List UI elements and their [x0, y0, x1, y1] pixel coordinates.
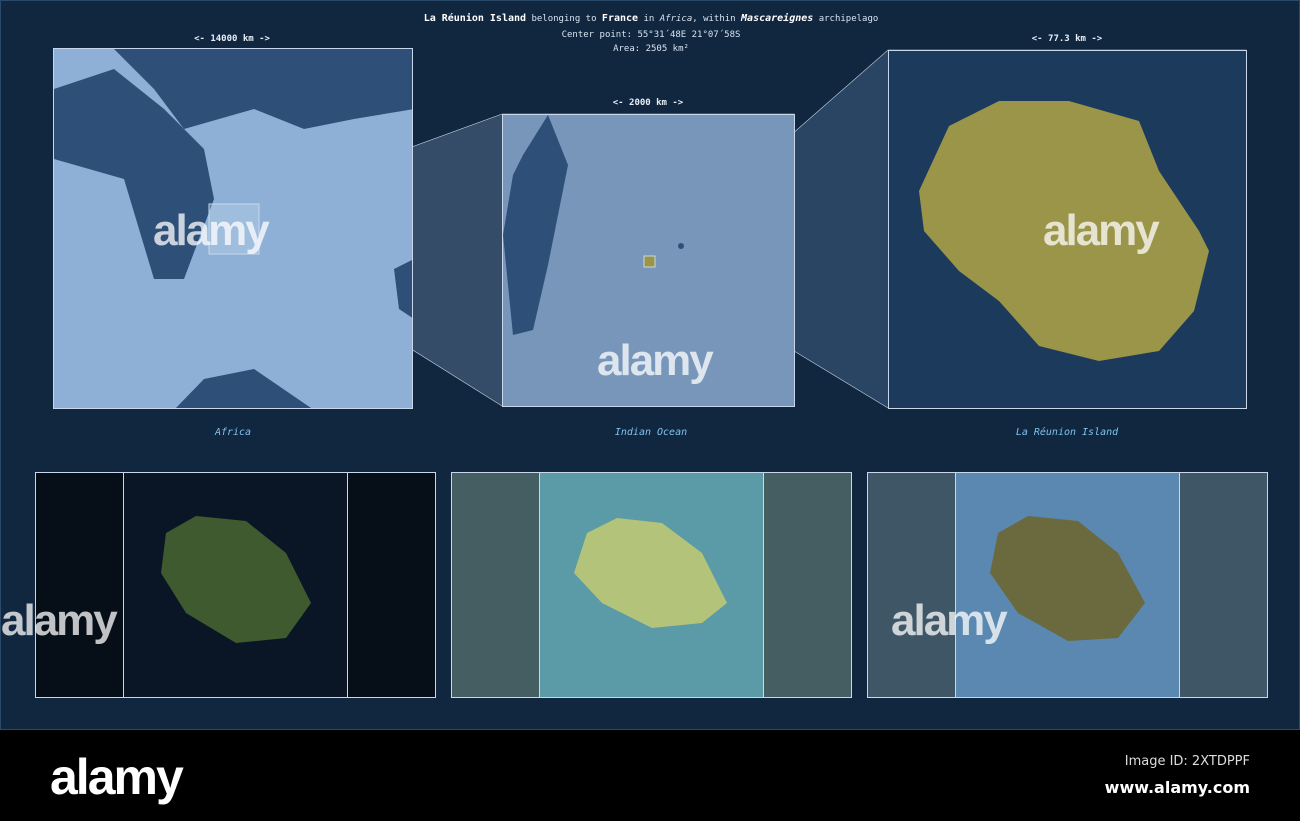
- watermark: alamy: [891, 596, 1008, 645]
- image-id: Image ID: 2XTDPPF: [1124, 754, 1250, 769]
- watermark: alamy: [1043, 206, 1160, 255]
- watermark: alamy: [153, 206, 270, 255]
- watermark: alamy: [1, 596, 118, 645]
- alamy-logo: alamy: [50, 749, 184, 805]
- map-composition: La Réunion Island belonging to France in…: [0, 0, 1300, 730]
- relief-map: [867, 472, 1268, 698]
- site-url[interactable]: www.alamy.com: [1105, 778, 1250, 797]
- satellite-map: [35, 472, 436, 698]
- topographic-map: [451, 472, 852, 698]
- label-indian-ocean: Indian Ocean: [614, 427, 688, 438]
- label-reunion: La Réunion Island: [1015, 427, 1119, 438]
- watermark: alamy: [597, 336, 714, 385]
- label-africa: Africa: [214, 427, 252, 438]
